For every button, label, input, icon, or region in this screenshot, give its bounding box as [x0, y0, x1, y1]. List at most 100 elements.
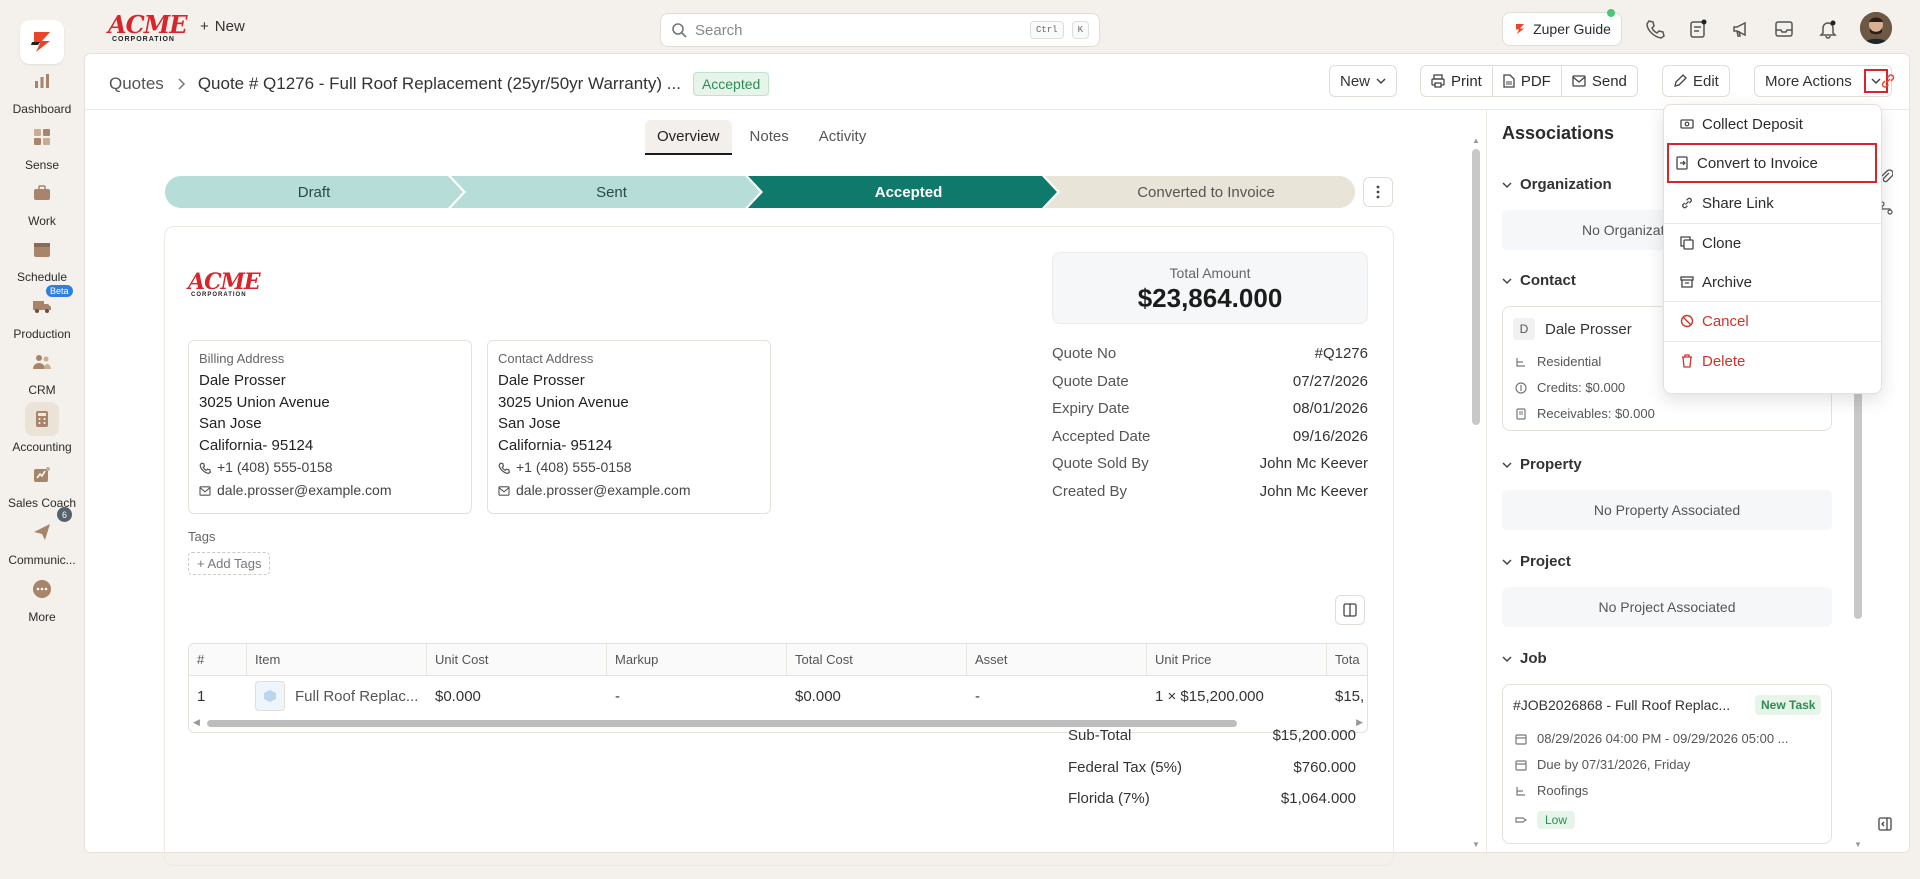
- column-settings-button[interactable]: [1335, 595, 1365, 625]
- chevron-down-icon: [1502, 181, 1512, 188]
- meta-value: 07/27/2026: [1292, 372, 1368, 390]
- menu-item-clone[interactable]: Clone: [1674, 227, 1873, 259]
- kbd-k: K: [1071, 21, 1089, 39]
- content-vertical-scrollbar[interactable]: [1472, 149, 1480, 425]
- table-cell: -: [975, 687, 980, 705]
- contact-email-text: dale.prosser@example.com: [516, 482, 691, 498]
- scroll-left-arrow[interactable]: ◀: [193, 717, 200, 728]
- billing-email[interactable]: dale.prosser@example.com: [199, 479, 461, 502]
- section-contact[interactable]: Contact: [1502, 272, 1576, 289]
- nav-work[interactable]: Work: [0, 176, 84, 238]
- pdf-button[interactable]: PDF: [1493, 66, 1562, 96]
- meta-key: Quote Date: [1052, 372, 1129, 390]
- nav-label: Communic...: [8, 553, 76, 567]
- print-button[interactable]: Print: [1421, 66, 1493, 96]
- online-dot: [1607, 9, 1615, 17]
- phone-icon: [199, 462, 211, 474]
- column-header: Unit Cost: [427, 644, 607, 675]
- nav-label: Work: [28, 214, 56, 228]
- menu-item-share-link[interactable]: Share Link: [1674, 187, 1873, 219]
- global-search[interactable]: Search Ctrl K: [660, 13, 1100, 47]
- table-cell: 1: [197, 687, 206, 705]
- nav-crm[interactable]: CRM: [0, 345, 84, 407]
- edit-button[interactable]: Edit: [1662, 65, 1730, 97]
- nav-label: CRM: [28, 383, 56, 397]
- job-schedule-row: 08/29/2026 04:00 PM - 09/29/2026 05:00 .…: [1515, 731, 1789, 746]
- nav-production[interactable]: Beta Production: [0, 285, 84, 351]
- nav-accounting[interactable]: Accounting: [0, 402, 84, 464]
- users-icon: [25, 345, 59, 379]
- beta-badge: Beta: [46, 285, 73, 297]
- scroll-down-arrow[interactable]: ▼: [1472, 840, 1480, 849]
- nav-more[interactable]: More: [0, 572, 84, 634]
- link-icon[interactable]: [1875, 68, 1901, 94]
- section-project[interactable]: Project: [1502, 553, 1571, 570]
- add-tags-button[interactable]: + Add Tags: [188, 552, 271, 575]
- global-new-button[interactable]: + New: [200, 18, 245, 35]
- menu-item-convert-to-invoice[interactable]: Convert to Invoice: [1667, 143, 1877, 183]
- section-label: Property: [1520, 456, 1582, 473]
- nav-schedule[interactable]: Schedule: [0, 232, 84, 294]
- contact-street: 3025 Union Avenue: [498, 393, 629, 411]
- bell-icon[interactable]: [1815, 16, 1841, 42]
- billing-phone[interactable]: +1 (408) 555-0158: [199, 456, 461, 479]
- inbox-icon[interactable]: [1771, 16, 1797, 42]
- section-property[interactable]: Property: [1502, 456, 1582, 473]
- table-cell: $0.000: [435, 687, 481, 705]
- chevron-down-icon: [1502, 277, 1512, 284]
- contact-address-title: Contact Address: [498, 351, 594, 366]
- menu-item-collect-deposit[interactable]: Collect Deposit: [1674, 108, 1873, 140]
- menu-item-cancel[interactable]: Cancel: [1674, 305, 1873, 337]
- meta-key: Accepted Date: [1052, 427, 1151, 445]
- tab-overview[interactable]: Overview: [645, 120, 732, 155]
- section-job[interactable]: Job: [1502, 650, 1547, 667]
- step-sent: Sent: [596, 183, 627, 201]
- meta-row: Expiry Date 08/01/2026: [1052, 395, 1368, 423]
- scroll-right-arrow[interactable]: ▶: [1356, 717, 1363, 728]
- tab-notes[interactable]: Notes: [738, 120, 801, 155]
- user-avatar[interactable]: [1860, 12, 1892, 44]
- column-header: #: [189, 644, 247, 675]
- nav-communications[interactable]: 6 Communic...: [0, 507, 84, 577]
- billing-email-text: dale.prosser@example.com: [217, 482, 392, 498]
- item-cell[interactable]: Full Roof Replac...: [247, 676, 427, 716]
- megaphone-icon[interactable]: [1728, 16, 1754, 42]
- collapse-panel-icon[interactable]: [1878, 817, 1892, 831]
- new-dropdown-button[interactable]: New: [1329, 65, 1398, 97]
- zuper-logo[interactable]: [20, 20, 64, 64]
- send-icon: [25, 515, 59, 549]
- tab-activity[interactable]: Activity: [807, 120, 879, 155]
- phone-icon[interactable]: [1642, 16, 1668, 42]
- menu-item-label: Convert to Invoice: [1697, 154, 1818, 172]
- grid-icon: [25, 120, 59, 154]
- contact-email[interactable]: dale.prosser@example.com: [498, 479, 760, 502]
- zuper-guide-button[interactable]: Zuper Guide: [1502, 9, 1622, 46]
- stepper-menu-button[interactable]: [1363, 177, 1393, 207]
- phone-icon: [498, 462, 510, 474]
- mail-icon: [199, 485, 211, 496]
- pdf-label: PDF: [1520, 72, 1551, 90]
- contact-header: D Dale Prosser: [1513, 318, 1632, 340]
- more-actions-button[interactable]: More Actions: [1754, 65, 1892, 97]
- breadcrumb-quotes-link[interactable]: Quotes: [109, 74, 164, 94]
- table-cell: $0.000: [795, 687, 841, 705]
- nav-dashboard[interactable]: Dashboard: [0, 64, 84, 126]
- mail-icon: [498, 485, 510, 496]
- more-actions-menu: Collect Deposit Convert to Invoice Share…: [1663, 104, 1882, 394]
- contact-phone[interactable]: +1 (408) 555-0158: [498, 456, 760, 479]
- nav-sense[interactable]: Sense: [0, 120, 84, 182]
- brand-logo[interactable]: ACME CORPORATION: [108, 13, 188, 44]
- step-draft: Draft: [297, 183, 331, 201]
- tasks-icon[interactable]: [1685, 16, 1711, 42]
- section-organization[interactable]: Organization: [1502, 176, 1612, 193]
- product-icon: [255, 681, 285, 711]
- summary-key: Florida (7%): [1068, 790, 1150, 807]
- menu-item-delete[interactable]: Delete: [1674, 345, 1873, 377]
- no-property: No Property Associated: [1502, 490, 1832, 530]
- job-card[interactable]: #JOB2026868 - Full Roof Replac... New Ta…: [1502, 684, 1832, 844]
- menu-item-archive[interactable]: Archive: [1674, 266, 1873, 298]
- scroll-down-arrow[interactable]: ▼: [1854, 840, 1862, 849]
- send-button[interactable]: Send: [1562, 66, 1637, 96]
- scroll-up-arrow[interactable]: ▲: [1472, 136, 1480, 145]
- billing-name: Dale Prosser: [199, 372, 286, 389]
